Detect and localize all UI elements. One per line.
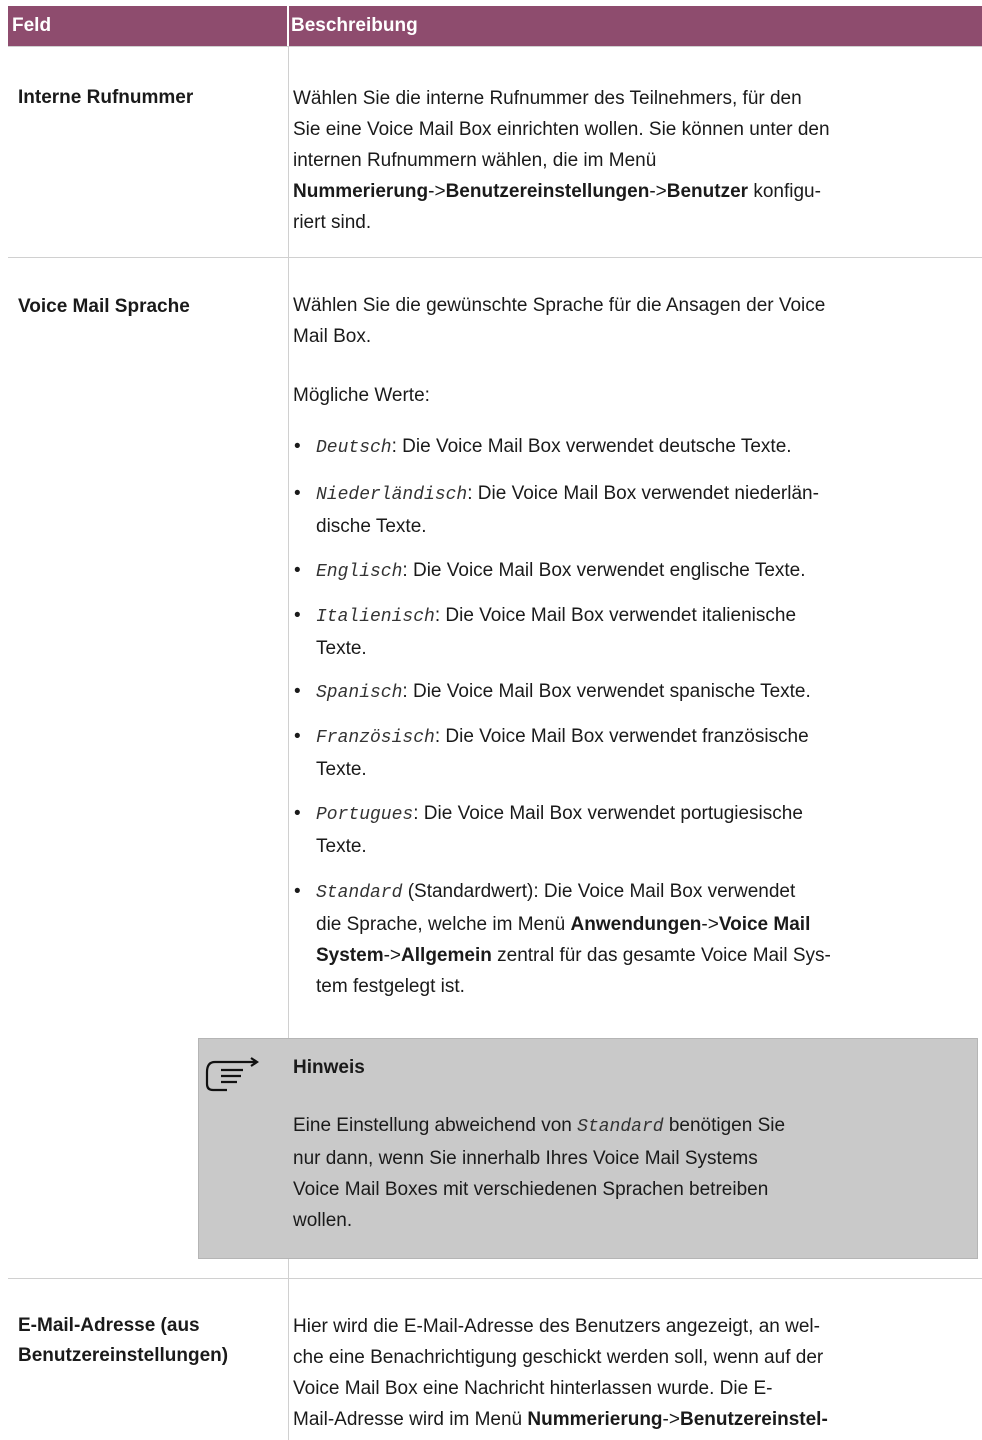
value-text: die Sprache, welche im Menü <box>316 914 571 935</box>
menu-path-item: Voice Mail <box>718 914 811 935</box>
menu-path-item: Allgemein <box>401 945 492 966</box>
value-text: tem festgelegt ist. <box>316 976 465 997</box>
note-code: Standard <box>577 1117 664 1137</box>
value-text: : Die Voice Mail Box verwendet italienis… <box>434 605 797 626</box>
desc-line: riert sind. <box>293 212 372 233</box>
menu-path-item: Benutzereinstel- <box>679 1409 828 1430</box>
menu-path-item: Benutzereinstellungen <box>445 181 650 202</box>
note-line: wollen. <box>293 1210 353 1231</box>
row-divider <box>8 257 982 258</box>
value-text: dische Texte. <box>316 516 427 537</box>
value-code: Französisch <box>316 728 435 748</box>
note-line: nur dann, wenn Sie innerhalb Ihres Voice… <box>293 1148 758 1169</box>
row-divider <box>8 1278 982 1279</box>
header-description: Beschreibung <box>291 15 418 36</box>
menu-separator: -> <box>701 914 719 935</box>
value-code: Spanisch <box>316 683 403 703</box>
value-text: : Die Voice Mail Box verwendet spanische… <box>402 681 811 702</box>
desc-line: Nummerierung->Benutzereinstellungen->Ben… <box>293 176 973 207</box>
desc-voice-mail-sprache: Wählen Sie die gewünschte Sprache für di… <box>293 290 973 352</box>
value-code: Standard <box>316 883 403 903</box>
bullet-icon: • <box>294 560 301 581</box>
note-fragment: benötigen Sie <box>663 1115 786 1136</box>
field-voice-mail-sprache: Voice Mail Sprache <box>18 296 190 317</box>
bullet-icon: • <box>294 436 301 457</box>
desc-line: Wählen Sie die gewünschte Sprache für di… <box>293 295 826 316</box>
desc-fragment: Mail-Adresse wird im Menü <box>293 1409 528 1430</box>
desc-line: che eine Benachrichtigung geschickt werd… <box>293 1347 824 1368</box>
possible-values-label: Mögliche Werte: <box>293 385 430 406</box>
desc-line: internen Rufnummern wählen, die im Menü <box>293 150 657 171</box>
value-code: Italienisch <box>316 607 435 627</box>
menu-path-item: Nummerierung <box>293 181 429 202</box>
bullet-icon: • <box>294 483 301 504</box>
desc-fragment: konfigu- <box>748 181 821 202</box>
header-divider <box>287 6 289 46</box>
menu-separator: -> <box>662 1409 680 1430</box>
desc-line: Sie eine Voice Mail Box einrichten wolle… <box>293 119 830 140</box>
desc-line: Mail Box. <box>293 326 372 347</box>
note-line: Voice Mail Boxes mit verschiedenen Sprac… <box>293 1179 769 1200</box>
desc-line: Voice Mail Box eine Nachricht hinterlass… <box>293 1378 773 1399</box>
value-text: : Die Voice Mail Box verwendet portugies… <box>413 803 803 824</box>
field-line: E-Mail-Adresse (aus <box>18 1315 200 1336</box>
value-code: Deutsch <box>316 438 392 458</box>
list-item: • Italienisch: Die Voice Mail Box verwen… <box>293 600 982 664</box>
row-divider <box>8 46 982 47</box>
value-text: : Die Voice Mail Box verwendet deutsche … <box>391 436 792 457</box>
list-item: • Französisch: Die Voice Mail Box verwen… <box>293 721 982 785</box>
field-email-adresse: E-Mail-Adresse (aus Benutzereinstellunge… <box>18 1311 228 1371</box>
menu-separator: -> <box>383 945 402 966</box>
value-text: : Die Voice Mail Box verwendet englische… <box>402 560 806 581</box>
list-item: • Englisch: Die Voice Mail Box verwendet… <box>293 555 982 588</box>
menu-path-item: Anwendungen <box>570 914 702 935</box>
table-header: Feld Beschreibung <box>8 6 982 46</box>
desc-email-adresse: Hier wird die E-Mail-Adresse des Benutze… <box>293 1311 973 1435</box>
bullet-icon: • <box>294 605 301 626</box>
list-item: • Portugues: Die Voice Mail Box verwende… <box>293 798 982 862</box>
desc-line: Mail-Adresse wird im Menü Nummerierung->… <box>293 1404 973 1435</box>
note-line: Eine Einstellung abweichend von Standard… <box>293 1110 953 1143</box>
value-text: : Die Voice Mail Box verwendet niederlän… <box>467 483 819 504</box>
desc-line: Hier wird die E-Mail-Adresse des Benutze… <box>293 1316 820 1337</box>
note-fragment: Eine Einstellung abweichend von <box>293 1115 578 1136</box>
note-title: Hinweis <box>293 1057 365 1078</box>
value-text: : Die Voice Mail Box verwendet französis… <box>434 726 809 747</box>
value-text: zentral für das gesamte Voice Mail Sys- <box>491 945 831 966</box>
value-code: Portugues <box>316 805 414 825</box>
bullet-icon: • <box>294 881 301 902</box>
value-text: (Standardwert): Die Voice Mail Box verwe… <box>402 881 796 902</box>
field-interne-rufnummer: Interne Rufnummer <box>18 87 194 108</box>
menu-separator: -> <box>428 181 446 202</box>
value-text: Texte. <box>316 759 367 780</box>
value-text: Texte. <box>316 638 367 659</box>
header-field: Feld <box>12 15 52 36</box>
menu-path-item: Nummerierung <box>527 1409 663 1430</box>
note-box: Hinweis Eine Einstellung abweichend von … <box>198 1038 978 1259</box>
field-line: Benutzereinstellungen) <box>18 1345 229 1366</box>
note-text: Eine Einstellung abweichend von Standard… <box>293 1110 953 1236</box>
desc-interne-rufnummer: Wählen Sie die interne Rufnummer des Tei… <box>293 83 973 238</box>
menu-path-item: Benutzer <box>666 181 749 202</box>
list-item: • Spanisch: Die Voice Mail Box verwendet… <box>293 676 982 709</box>
bullet-icon: • <box>294 726 301 747</box>
list-item: • Niederländisch: Die Voice Mail Box ver… <box>293 478 982 542</box>
menu-path-item: System <box>316 945 384 966</box>
value-code: Englisch <box>316 562 403 582</box>
desc-line: Wählen Sie die interne Rufnummer des Tei… <box>293 88 802 109</box>
menu-separator: -> <box>649 181 667 202</box>
value-text: Texte. <box>316 836 367 857</box>
pointing-hand-icon <box>205 1057 259 1092</box>
bullet-icon: • <box>294 803 301 824</box>
list-item: • Standard (Standardwert): Die Voice Mai… <box>293 876 982 1002</box>
value-code: Niederländisch <box>316 485 468 505</box>
bullet-icon: • <box>294 681 301 702</box>
list-item: • Deutsch: Die Voice Mail Box verwendet … <box>293 431 982 464</box>
